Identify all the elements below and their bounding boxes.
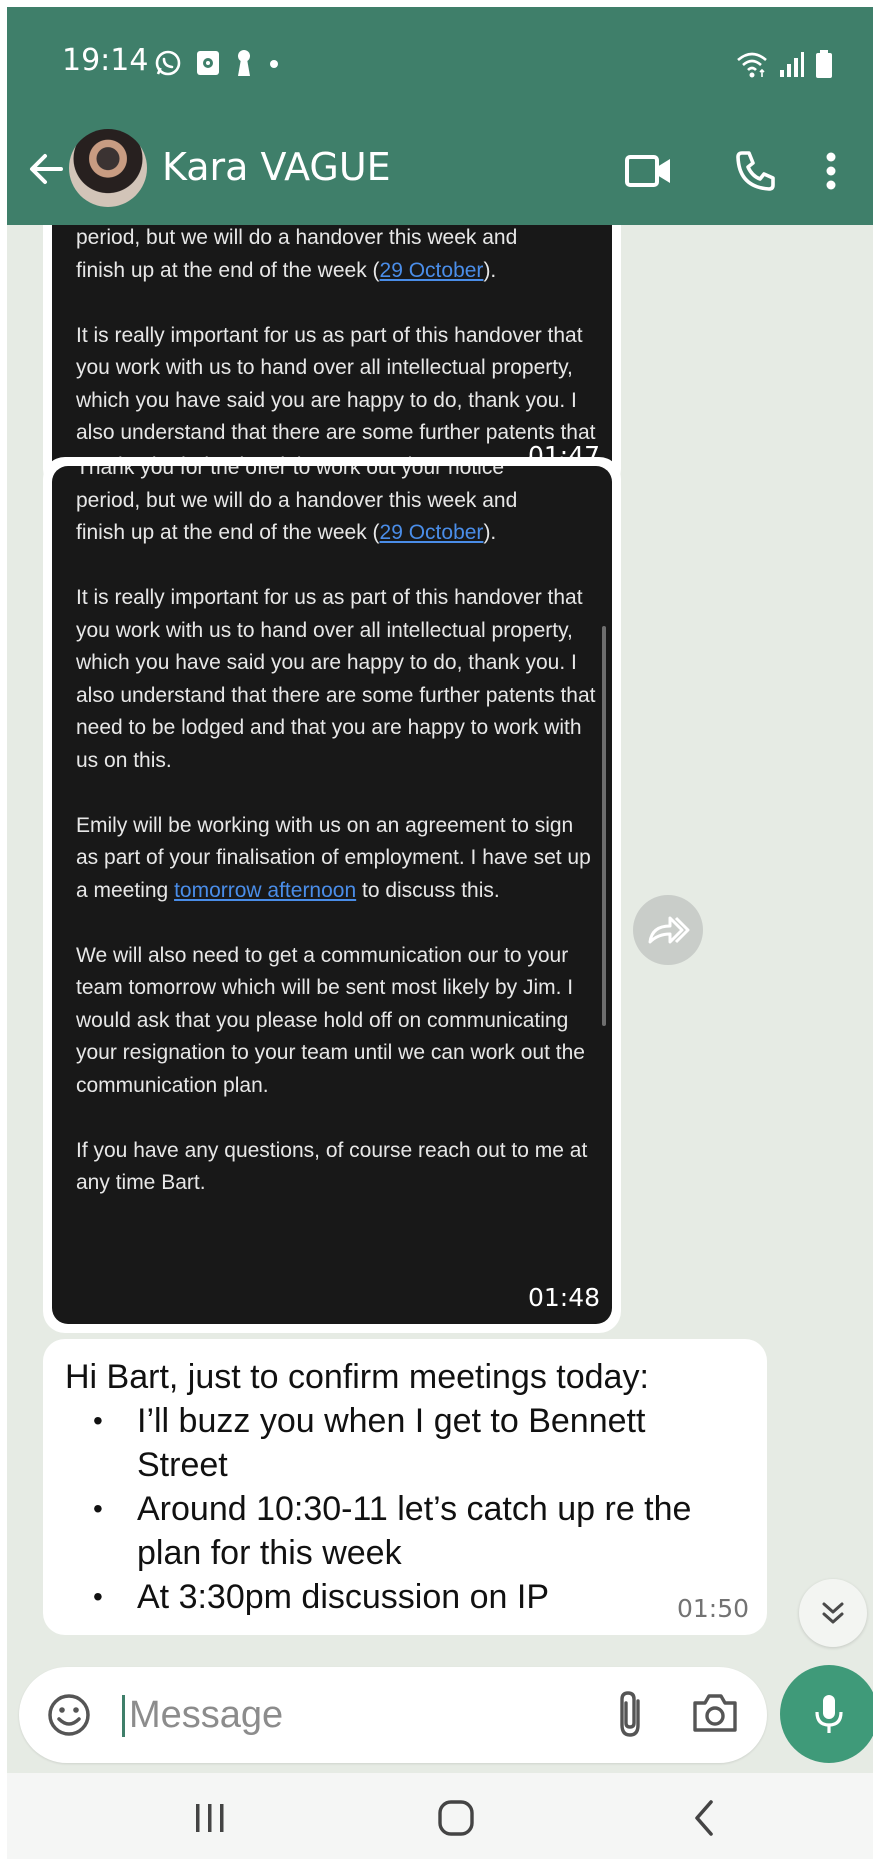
chat-area[interactable]: period, but we will do a handover this w…: [7, 225, 873, 1665]
recent-apps-icon: [196, 1804, 224, 1832]
video-call-icon: [625, 155, 670, 187]
message-bubble-text[interactable]: Hi Bart, just to confirm meetings today:…: [43, 1339, 767, 1635]
forwarded-line: to discuss this.: [356, 878, 500, 902]
camera-icon: [693, 1694, 737, 1732]
contact-name[interactable]: Kara VAGUE: [162, 145, 391, 189]
wifi-icon: [735, 50, 769, 83]
phone-icon: [736, 151, 775, 191]
status-bar: 19:14: [7, 7, 873, 117]
message-list: I’ll buzz you when I get to Bennett Stre…: [93, 1399, 745, 1619]
recent-apps-button[interactable]: [185, 1793, 235, 1843]
forwarded-line: finish up at the end of the week (: [76, 521, 380, 544]
message-bubble-forwarded-1[interactable]: period, but we will do a handover this w…: [43, 225, 621, 491]
forward-icon: [648, 916, 690, 944]
forwarded-image[interactable]: period, but we will do a handover this w…: [52, 225, 612, 482]
message-time: 01:50: [676, 1594, 749, 1623]
attach-button[interactable]: [607, 1689, 657, 1741]
forwarded-text: period, but we will do a handover this w…: [76, 225, 596, 482]
more-icon: [826, 152, 836, 190]
dot-icon: [268, 57, 280, 75]
message-input-container[interactable]: [19, 1667, 767, 1763]
more-options-button[interactable]: [809, 141, 853, 201]
voice-call-button[interactable]: [725, 141, 785, 201]
mic-icon: [815, 1695, 843, 1733]
list-item: I’ll buzz you when I get to Bennett Stre…: [93, 1399, 745, 1487]
home-icon: [438, 1800, 474, 1836]
message-input[interactable]: [129, 1685, 569, 1745]
arrow-left-icon: [30, 154, 63, 184]
scroll-to-bottom-button[interactable]: [799, 1579, 867, 1647]
emoji-icon: [48, 1694, 90, 1736]
system-back-button[interactable]: [679, 1793, 729, 1843]
forwarded-paragraph: We will also need to get a communication…: [76, 943, 585, 1097]
forwarded-text: Thank you for the offer to work out your…: [76, 466, 596, 1232]
keyhole-icon: [234, 49, 254, 82]
camera-button[interactable]: [691, 1691, 739, 1739]
back-button[interactable]: [21, 143, 73, 195]
phone-screen: 19:14 Kara VAGUE period, but we will do …: [7, 7, 873, 1859]
forwarded-line: finish up at the end of the week (: [76, 258, 380, 282]
navigation-bar: [7, 1773, 873, 1859]
battery-icon: [815, 49, 833, 84]
home-button[interactable]: [431, 1793, 481, 1843]
forwarded-line: period, but we will do a handover this w…: [76, 488, 518, 512]
forward-button[interactable]: [633, 895, 703, 965]
back-icon: [695, 1800, 713, 1836]
status-right-icons: [735, 49, 833, 84]
video-call-button[interactable]: [619, 141, 679, 201]
double-chevron-down-icon: [822, 1602, 844, 1624]
date-link[interactable]: 29 October: [380, 259, 484, 282]
signal-icon: [779, 50, 805, 83]
message-bubble-forwarded-2[interactable]: Thank you for the offer to work out your…: [43, 457, 621, 1333]
forwarded-line: ).: [483, 258, 497, 282]
forwarded-line: ).: [483, 521, 497, 544]
date-link[interactable]: 29 October: [380, 521, 484, 544]
composer: [7, 1665, 873, 1773]
notification-icon: [196, 50, 220, 81]
message-time: 01:48: [527, 1283, 600, 1312]
status-time: 19:14: [62, 43, 149, 78]
chat-header: Kara VAGUE: [7, 117, 873, 225]
avatar[interactable]: [69, 129, 147, 207]
whatsapp-icon: [154, 49, 182, 82]
forwarded-line: period, but we will do a handover this w…: [76, 226, 518, 249]
forwarded-image[interactable]: Thank you for the offer to work out your…: [52, 466, 612, 1324]
list-item: At 3:30pm discussion on IP: [93, 1575, 745, 1619]
status-left-icons: [154, 49, 280, 82]
forwarded-scrollbar: [602, 626, 606, 1026]
forwarded-paragraph: It is really important for us as part of…: [76, 586, 596, 772]
forwarded-paragraph: If you have any questions, of course rea…: [76, 1138, 588, 1195]
message-intro: Hi Bart, just to confirm meetings today:: [65, 1358, 649, 1396]
text-caret: [122, 1695, 125, 1737]
time-link[interactable]: tomorrow afternoon: [174, 879, 356, 902]
forwarded-line: Thank you for the offer to work out your…: [76, 466, 505, 479]
list-item: Around 10:30-11 let’s catch up re the pl…: [93, 1487, 745, 1575]
voice-message-button[interactable]: [780, 1665, 873, 1763]
emoji-button[interactable]: [47, 1693, 91, 1737]
attach-icon: [620, 1691, 640, 1737]
